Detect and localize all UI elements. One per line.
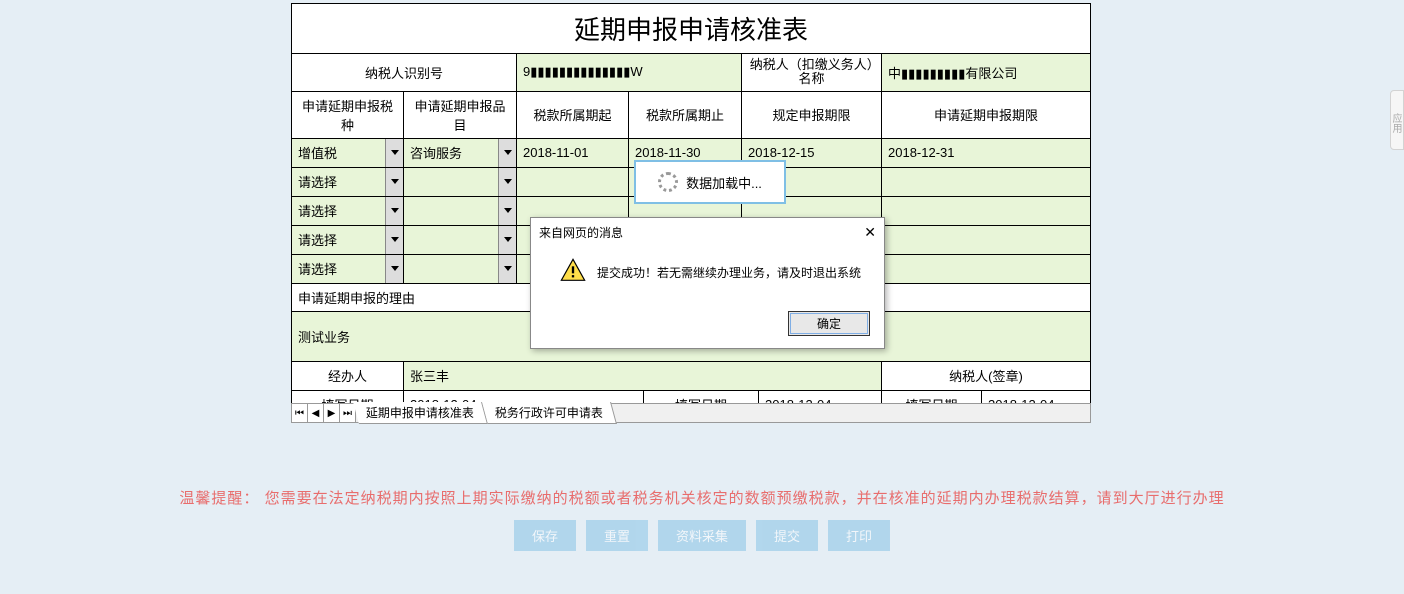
chevron-down-icon (498, 226, 516, 254)
chevron-down-icon (385, 168, 403, 196)
ok-button[interactable]: 确定 (788, 311, 870, 336)
dialog-message: 提交成功！若无需继续办理业务，请及时退出系统 (597, 264, 861, 281)
col-due-date: 规定申报期限 (742, 92, 882, 138)
col-tax-item: 申请延期申报品目 (404, 92, 517, 138)
dialog-title: 来自网页的消息 (539, 224, 623, 241)
ext-date-input[interactable] (882, 255, 1090, 283)
first-icon[interactable]: ⏮ (292, 404, 308, 422)
handler-label: 经办人 (292, 362, 404, 390)
data-collect-button[interactable]: 资料采集 (658, 520, 746, 551)
taxpayer-name-label: 纳税人（扣缴义务人）名称 (742, 54, 882, 91)
chevron-down-icon (385, 139, 403, 167)
prev-icon[interactable]: ◀ (308, 404, 324, 422)
reminder-body: 您需要在法定纳税期内按照上期实际缴纳的税额或者税务机关核定的数额预缴税款，并在核… (265, 490, 1225, 507)
chevron-down-icon (385, 226, 403, 254)
tax-type-select[interactable]: 增值税 (292, 139, 404, 167)
print-button[interactable]: 打印 (828, 520, 890, 551)
tax-item-select[interactable] (404, 226, 517, 254)
ext-date-input[interactable] (882, 197, 1090, 225)
tax-item-select[interactable] (404, 197, 517, 225)
column-headers: 申请延期申报税种 申请延期申报品目 税款所属期起 税款所属期止 规定申报期限 申… (292, 92, 1090, 139)
chevron-down-icon (385, 255, 403, 283)
loading-indicator: 数据加载中... (634, 160, 786, 204)
approval-form: 延期申报申请核准表 纳税人识别号 9▮▮▮▮▮▮▮▮▮▮▮▮▮▮W 纳税人（扣缴… (291, 3, 1091, 420)
col-tax-type: 申请延期申报税种 (292, 92, 404, 138)
chevron-down-icon (498, 255, 516, 283)
reset-button[interactable]: 重置 (586, 520, 648, 551)
taxpayer-id-label: 纳税人识别号 (292, 54, 517, 91)
loading-text: 数据加载中... (686, 173, 762, 192)
spinner-icon (658, 172, 678, 192)
tax-type-select[interactable]: 请选择 (292, 168, 404, 196)
form-title: 延期申报申请核准表 (292, 4, 1090, 54)
taxpayer-id-value[interactable]: 9▮▮▮▮▮▮▮▮▮▮▮▮▮▮W (517, 54, 742, 91)
chevron-down-icon (498, 168, 516, 196)
tax-item-select[interactable] (404, 168, 517, 196)
reminder-label: 温馨提醒： (179, 490, 259, 507)
sheet-tabstrip: ⏮ ◀ ▶ ⏭ 延期申报申请核准表 税务行政许可申请表 (291, 403, 1091, 423)
tax-type-select[interactable]: 请选择 (292, 226, 404, 254)
tax-item-select[interactable]: 咨询服务 (404, 139, 517, 167)
period-start-input[interactable]: 2018-11-01 (517, 139, 629, 167)
alert-dialog: 来自网页的消息 ✕ 提交成功！若无需继续办理业务，请及时退出系统 确定 (530, 217, 885, 349)
taxpayer-name-value[interactable]: 中▮▮▮▮▮▮▮▮▮有限公司 (882, 54, 1090, 91)
handler-value[interactable]: 张三丰 (404, 362, 882, 390)
ext-date-input[interactable] (882, 168, 1090, 196)
reminder-text: 温馨提醒： 您需要在法定纳税期内按照上期实际缴纳的税额或者税务机关核定的数额预缴… (0, 487, 1404, 508)
next-icon[interactable]: ▶ (324, 404, 340, 422)
tab-permit-form[interactable]: 税务行政许可申请表 (482, 402, 617, 424)
warning-icon (559, 257, 587, 288)
ext-date-input[interactable] (882, 226, 1090, 254)
tax-item-select[interactable] (404, 255, 517, 283)
signer-label: 纳税人(签章) (882, 362, 1090, 390)
chevron-down-icon (385, 197, 403, 225)
close-icon[interactable]: ✕ (864, 224, 876, 241)
handler-row: 经办人 张三丰 纳税人(签章) (292, 362, 1090, 391)
tax-type-select[interactable]: 请选择 (292, 197, 404, 225)
ext-date-input[interactable]: 2018-12-31 (882, 139, 1090, 167)
col-ext-date: 申请延期申报期限 (882, 92, 1090, 138)
col-period-start: 税款所属期起 (517, 92, 629, 138)
period-start-input[interactable] (517, 168, 629, 196)
submit-button[interactable]: 提交 (756, 520, 818, 551)
taxpayer-row: 纳税人识别号 9▮▮▮▮▮▮▮▮▮▮▮▮▮▮W 纳税人（扣缴义务人）名称 中▮▮… (292, 54, 1090, 92)
footer-buttons: 保存 重置 资料采集 提交 打印 (0, 520, 1404, 551)
chevron-down-icon (498, 139, 516, 167)
side-panel-toggle[interactable]: 应用 (1390, 90, 1404, 150)
tax-type-select[interactable]: 请选择 (292, 255, 404, 283)
col-period-end: 税款所属期止 (629, 92, 742, 138)
tab-approval-form[interactable]: 延期申报申请核准表 (353, 402, 488, 424)
save-button[interactable]: 保存 (514, 520, 576, 551)
chevron-down-icon (498, 197, 516, 225)
